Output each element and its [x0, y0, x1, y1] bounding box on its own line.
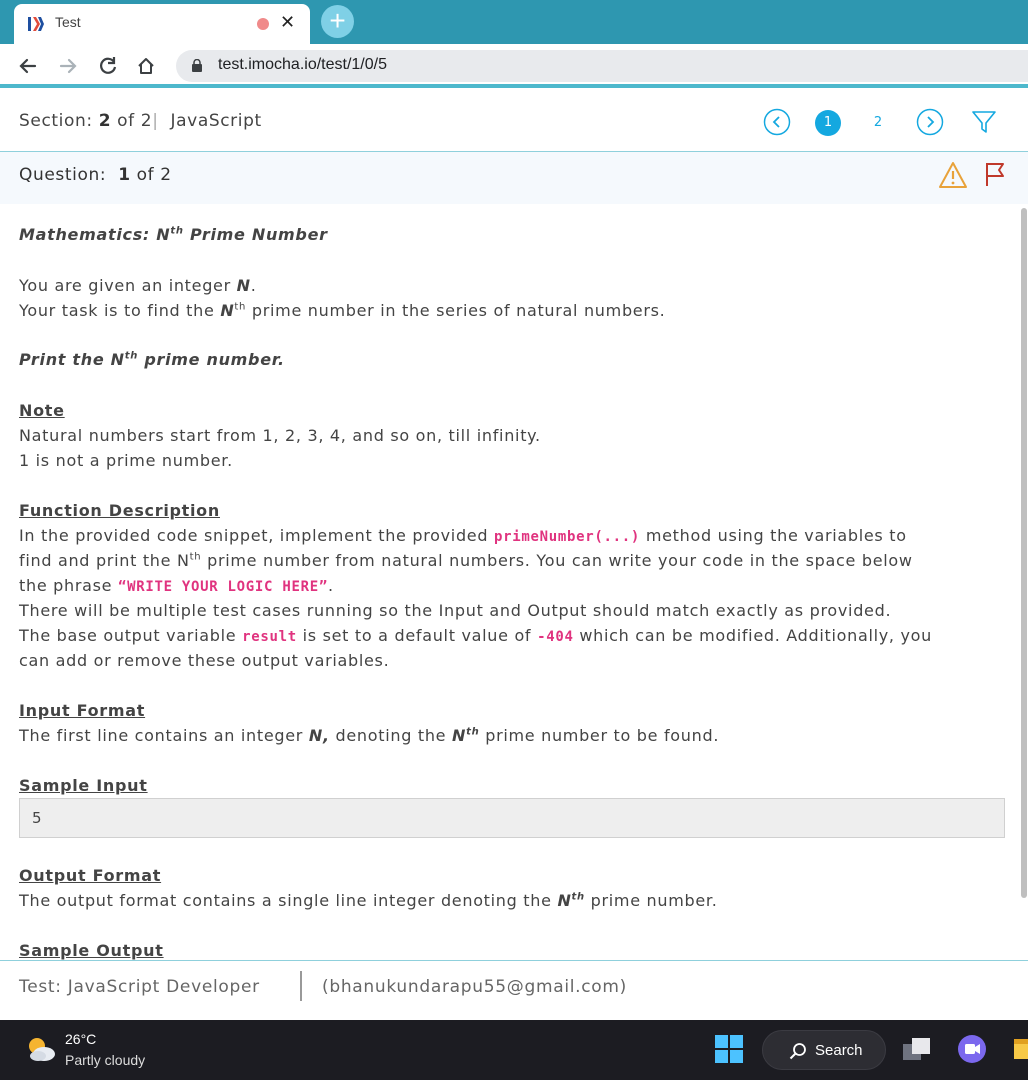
close-tab-icon[interactable]: ✕	[280, 12, 295, 33]
function-line-3: the phrase “WRITE YOUR LOGIC HERE”.	[19, 576, 334, 595]
windows-start-icon[interactable]	[715, 1035, 743, 1063]
filter-icon[interactable]	[970, 108, 998, 136]
section-label: Section:	[19, 111, 93, 131]
address-bar[interactable]: test.imocha.io/test/1/0/5	[176, 50, 1028, 82]
note-line-2: 1 is not a prime number.	[19, 451, 233, 470]
sample-output-heading: Sample Output	[19, 941, 164, 960]
page-button-1[interactable]: 1	[815, 110, 841, 136]
previous-question-icon[interactable]	[763, 108, 791, 136]
intro-line-1: You are given an integer N.	[19, 276, 257, 295]
input-format-text: The first line contains an integer N, de…	[19, 726, 720, 745]
page-button-2[interactable]: 2	[865, 110, 891, 136]
sample-input-value: 5	[32, 809, 42, 827]
function-description-heading: Function Description	[19, 501, 220, 520]
search-icon	[789, 1043, 806, 1060]
input-format-heading: Input Format	[19, 701, 146, 720]
question-content: Mathematics: Nth Prime Number You are gi…	[0, 204, 1020, 960]
section-info: Section: 2 of 2| JavaScript	[19, 111, 262, 131]
browser-tab-bar: Test ✕ +	[0, 0, 1028, 44]
note-line-1: Natural numbers start from 1, 2, 3, 4, a…	[19, 426, 541, 445]
lock-icon	[192, 59, 202, 72]
question-label: Question:	[19, 165, 107, 185]
taskbar-search-button[interactable]: Search	[762, 1030, 886, 1070]
question-current: 1	[118, 165, 131, 185]
browser-tab[interactable]: Test ✕	[14, 4, 310, 44]
task-view-icon[interactable]	[902, 1035, 932, 1063]
output-format-heading: Output Format	[19, 866, 162, 885]
imocha-logo-icon	[26, 14, 46, 34]
intro-line-2: Your task is to find the Nth prime numbe…	[19, 301, 666, 320]
url-text: test.imocha.io/test/1/0/5	[218, 56, 387, 73]
function-line-5: The base output variable result is set t…	[19, 626, 933, 645]
function-line-1: In the provided code snippet, implement …	[19, 526, 907, 545]
print-instruction: Print the Nth prime number.	[19, 350, 285, 369]
output-format-text: The output format contains a single line…	[19, 891, 718, 910]
new-tab-button[interactable]: +	[321, 5, 354, 38]
section-separator: |	[152, 111, 159, 131]
file-explorer-icon[interactable]	[1010, 1035, 1028, 1063]
footer-divider	[300, 971, 302, 1001]
home-icon[interactable]	[132, 52, 160, 80]
section-current: 2	[98, 111, 112, 131]
search-label: Search	[815, 1042, 863, 1059]
section-header: Section: 2 of 2| JavaScript 1 2	[0, 92, 1028, 152]
weather-condition: Partly cloudy	[65, 1052, 146, 1068]
sample-input-heading: Sample Input	[19, 776, 148, 795]
function-line-2: find and print the Nth prime number from…	[19, 551, 913, 570]
question-header: Question: 1 of 2	[0, 152, 1028, 204]
weather-temperature: 26°C	[65, 1031, 97, 1047]
question-info: Question: 1 of 2	[19, 165, 172, 185]
note-heading: Note	[19, 401, 65, 420]
next-question-icon[interactable]	[916, 108, 944, 136]
content-scrollbar[interactable]	[1021, 208, 1027, 898]
test-footer: Test: JavaScript Developer (bhanukundara…	[0, 960, 1028, 1020]
tab-title: Test	[55, 14, 81, 30]
candidate-email: (bhanukundarapu55@gmail.com)	[322, 977, 628, 997]
sample-input-box: 5	[19, 798, 1005, 838]
forward-arrow-icon[interactable]	[54, 52, 82, 80]
section-name: JavaScript	[170, 111, 262, 131]
test-name: Test: JavaScript Developer	[19, 977, 260, 997]
question-title: Mathematics: Nth Prime Number	[19, 225, 328, 244]
function-line-4: There will be multiple test cases runnin…	[19, 601, 892, 620]
browser-toolbar: test.imocha.io/test/1/0/5	[0, 44, 1028, 88]
flag-question-icon[interactable]	[984, 161, 1006, 187]
report-warning-icon[interactable]	[938, 161, 968, 189]
windows-taskbar: 26°C Partly cloudy Search	[0, 1020, 1028, 1080]
reload-icon[interactable]	[94, 52, 122, 80]
function-line-6: can add or remove these output variables…	[19, 651, 390, 670]
partly-cloudy-icon[interactable]	[24, 1032, 58, 1066]
section-total: of 2	[117, 111, 153, 131]
question-total: of 2	[136, 165, 172, 185]
recording-indicator-icon	[257, 18, 269, 30]
meet-video-icon[interactable]	[957, 1034, 987, 1064]
back-arrow-icon[interactable]	[14, 52, 42, 80]
